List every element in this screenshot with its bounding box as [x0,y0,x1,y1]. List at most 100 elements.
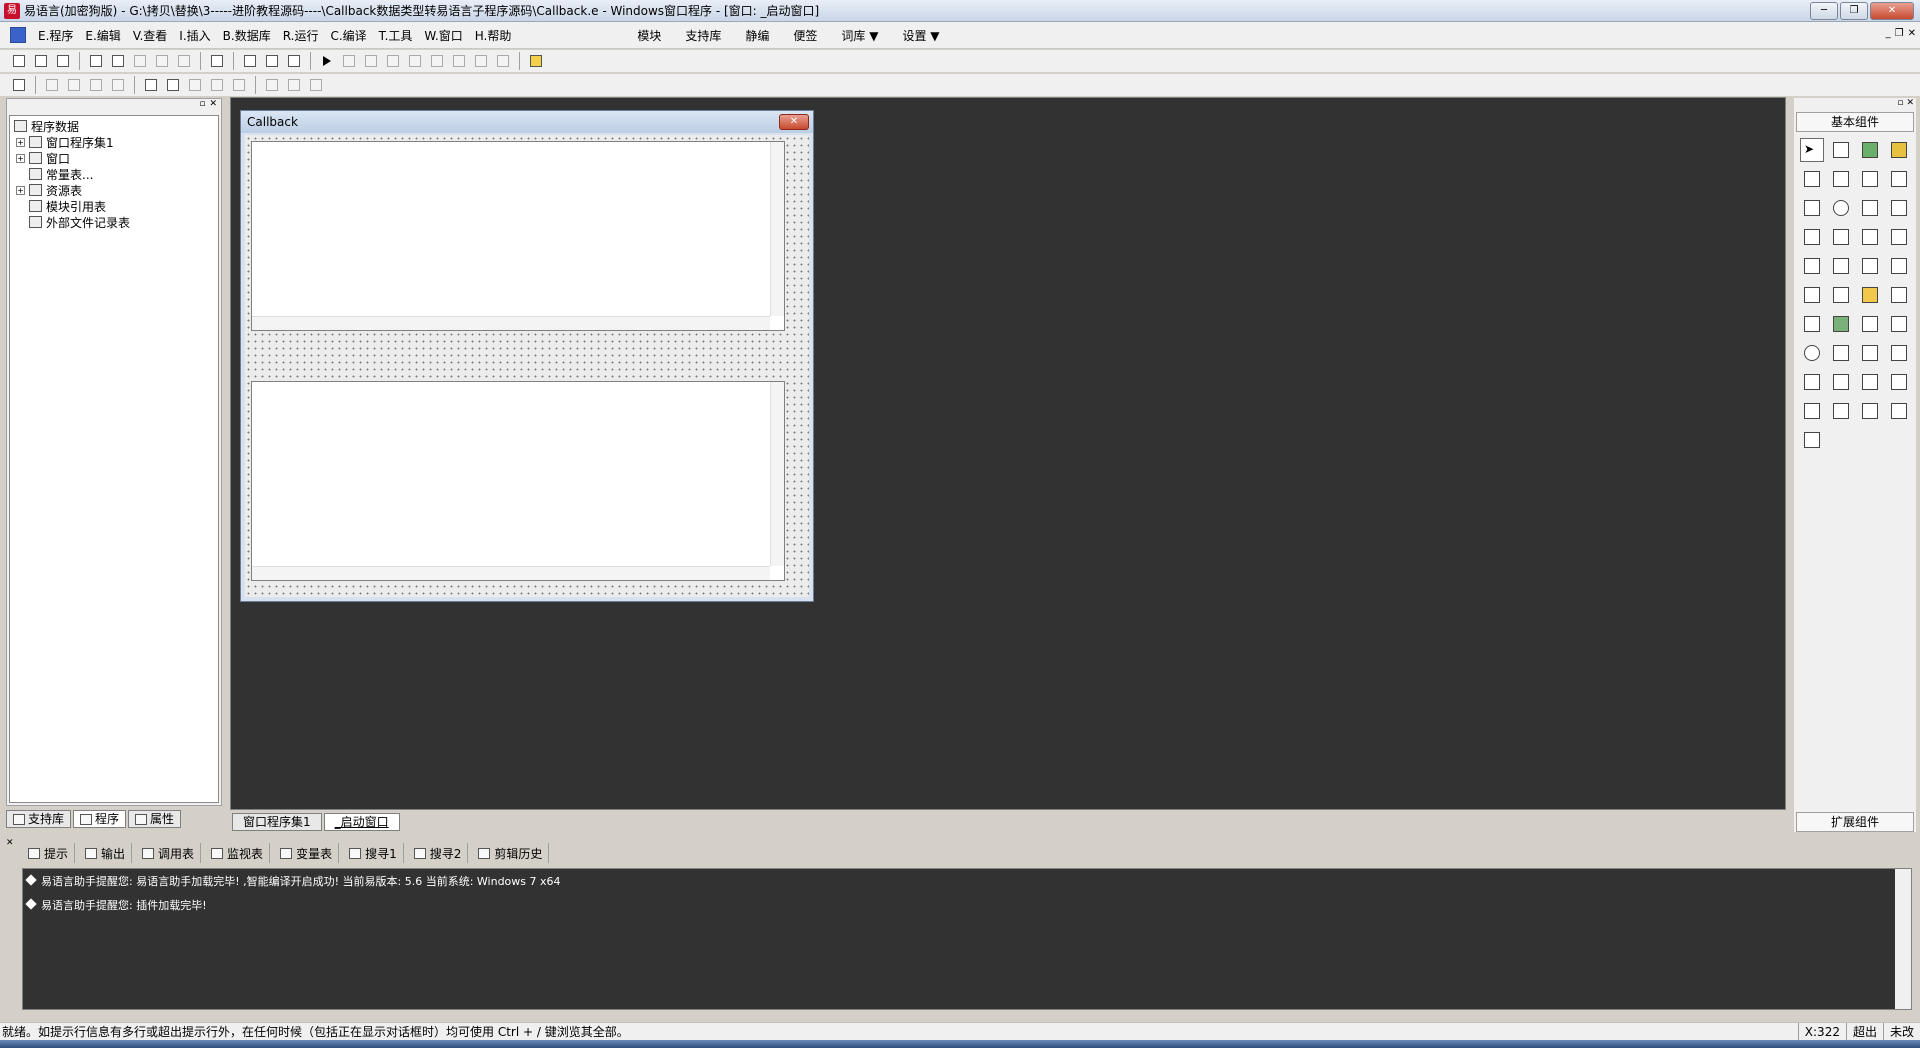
expand-icon[interactable]: + [16,153,25,163]
menu-program[interactable]: E.程序 [32,27,79,44]
network-3-icon[interactable] [1800,370,1824,394]
database-2-icon[interactable] [1829,399,1853,423]
line-icon[interactable] [1887,167,1911,191]
timer-icon[interactable] [1800,341,1824,365]
tab-support-lib[interactable]: 支持库 [6,810,72,828]
shape-icon[interactable] [1887,138,1911,162]
network-1-icon[interactable] [1858,341,1882,365]
tab-search-2[interactable]: 搜寻2 [408,843,469,863]
calendar-icon[interactable] [1887,312,1911,336]
picture-icon[interactable] [1858,138,1882,162]
text-icon[interactable] [1858,167,1882,191]
save-icon[interactable] [54,52,72,70]
expand-icon[interactable]: + [16,185,25,195]
panel-close-icon[interactable]: ✕ [6,838,14,848]
step-5-icon[interactable] [450,52,468,70]
chart-icon[interactable] [1858,399,1882,423]
grid-icon[interactable] [10,76,28,94]
menu-static-compile[interactable]: 静编 [735,27,779,44]
tab-properties[interactable]: 属性 [128,810,182,828]
step-1-icon[interactable] [362,52,380,70]
menu-window[interactable]: W.窗口 [418,27,468,44]
tree-item-resources[interactable]: + 资源表 [14,182,214,198]
tree-root[interactable]: 程序数据 [14,118,214,134]
edit-box-2[interactable] [251,381,785,581]
layout-2-icon[interactable] [263,52,281,70]
open-folder-icon[interactable] [32,52,50,70]
menu-settings[interactable]: 设置 ▼ [892,27,949,44]
cut-icon[interactable] [87,52,105,70]
vertical-scrollbar[interactable] [770,142,784,316]
folder-icon[interactable] [1858,283,1882,307]
menu-notes[interactable]: 便签 [783,27,827,44]
odbc-1-icon[interactable] [1887,399,1911,423]
menu-support-lib[interactable]: 支持库 [675,27,731,44]
align-bottom-icon[interactable] [109,76,127,94]
menu-module[interactable]: 模块 [627,27,671,44]
center-v-icon[interactable] [164,76,182,94]
list-box-icon[interactable] [1887,196,1911,220]
radio-icon[interactable] [1829,196,1853,220]
extended-components-header[interactable]: 扩展组件 [1796,812,1914,832]
hand-icon[interactable] [494,52,512,70]
tab-assembly[interactable]: 窗口程序集1 [232,813,322,831]
horizontal-scrollbar[interactable] [252,566,770,580]
tab-watch[interactable]: 监视表 [205,843,271,863]
frame-icon[interactable] [1829,254,1853,278]
draw-box-icon[interactable] [1800,167,1824,191]
tree-item-module-refs[interactable]: 模块引用表 [14,198,214,214]
hyperlink-icon[interactable] [1829,312,1853,336]
form-surface[interactable] [245,135,809,597]
expand-icon[interactable]: + [16,137,25,147]
minimize-button[interactable]: ─ [1810,2,1838,20]
tab-hint[interactable]: 提示 [22,843,76,863]
adjuster-icon[interactable] [1858,312,1882,336]
mdi-close-button[interactable]: ✕ [1908,28,1916,39]
plugin-icon[interactable] [527,52,545,70]
odbc-2-icon[interactable] [1800,428,1824,452]
menu-edit[interactable]: E.编辑 [79,27,126,44]
date-box-icon[interactable] [1800,283,1824,307]
tab-search-1[interactable]: 搜寻1 [343,843,404,863]
color-picker-icon[interactable] [1800,312,1824,336]
mdi-minimize-button[interactable]: _ [1886,28,1891,39]
design-window-close-button[interactable]: ✕ [779,114,809,130]
tab-control-icon[interactable] [1887,254,1911,278]
panel-close-icon[interactable]: ✕ [1906,98,1914,110]
serial-port-icon[interactable] [1829,370,1853,394]
mdi-restore-button[interactable]: ❐ [1895,28,1904,39]
tree-item-assembly[interactable]: + 窗口程序集1 [14,134,214,150]
menu-tools[interactable]: T.工具 [373,27,419,44]
stop-icon[interactable] [340,52,358,70]
edit-box-1[interactable] [251,141,785,331]
checkbox-icon[interactable] [1800,196,1824,220]
tab-call-stack[interactable]: 调用表 [136,843,202,863]
step-4-icon[interactable] [428,52,446,70]
menu-insert[interactable]: I.插入 [173,27,216,44]
tab-clipboard-history[interactable]: 剪辑历史 [472,843,550,863]
listview-icon[interactable] [1800,225,1824,249]
tab-output[interactable]: 输出 [79,843,133,863]
tree-item-external-files[interactable]: 外部文件记录表 [14,214,214,230]
output-scrollbar[interactable] [1895,869,1911,1009]
scroll-h-icon[interactable] [1829,225,1853,249]
panel-close-icon[interactable]: ✕ [209,99,217,113]
paste-icon[interactable] [131,52,149,70]
tree-item-constants[interactable]: 常量表... [14,166,214,182]
same-height-icon[interactable] [208,76,226,94]
undo-icon[interactable] [175,52,193,70]
find-icon[interactable] [208,52,226,70]
button-icon[interactable] [1829,283,1853,307]
menu-compile[interactable]: C.编译 [324,27,372,44]
output-log[interactable]: 易语言助手提醒您: 易语言助手加载完毕! ,智能编译开启成功! 当前易版本: 5… [22,868,1912,1010]
same-width-icon[interactable] [186,76,204,94]
edit-box-icon[interactable] [1829,167,1853,191]
file-box-icon[interactable] [1887,283,1911,307]
label-icon[interactable] [1829,138,1853,162]
tree-item-window[interactable]: + 窗口 [14,150,214,166]
center-h-icon[interactable] [142,76,160,94]
toolbar-control-icon[interactable] [1887,370,1911,394]
tab-variables[interactable]: 变量表 [274,843,340,863]
restore-button[interactable]: ❐ [1840,2,1868,20]
design-window[interactable]: Callback ✕ [240,110,814,602]
